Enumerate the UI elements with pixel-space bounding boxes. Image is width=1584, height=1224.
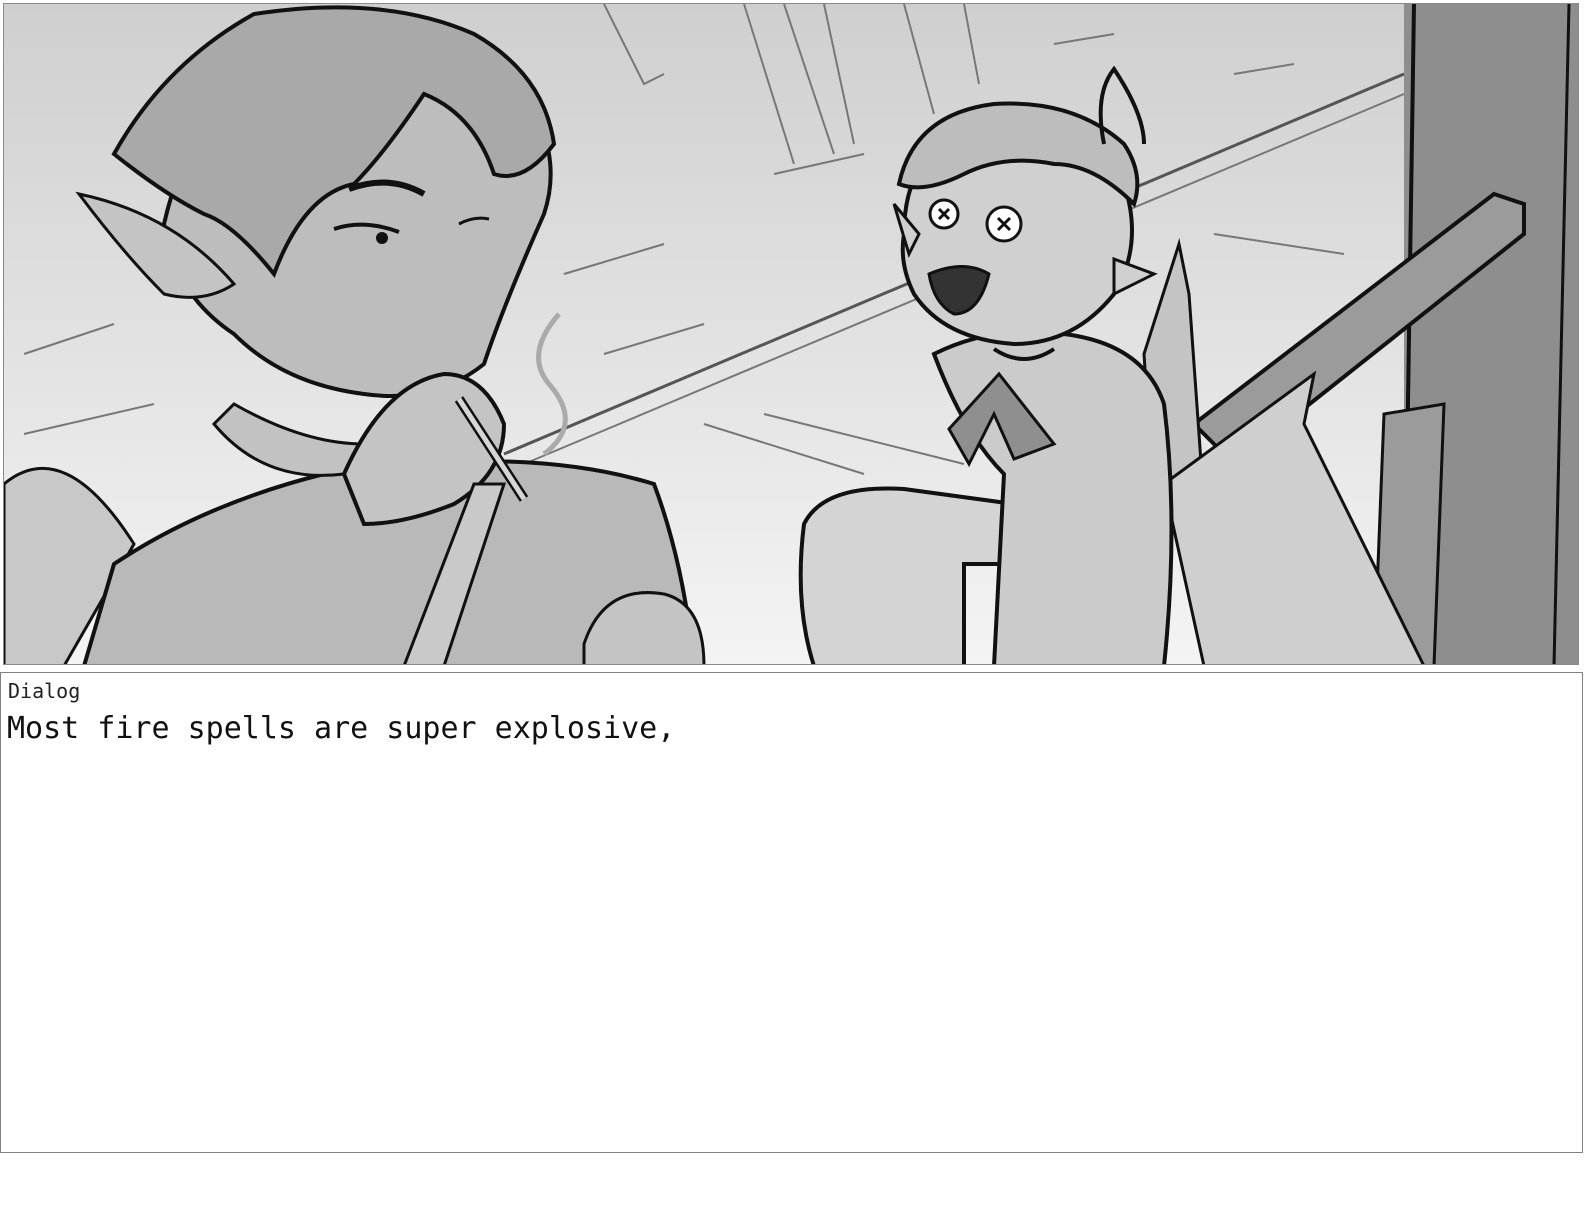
dialog-label: Dialog	[8, 679, 81, 703]
dialog-panel: Dialog Most fire spells are super explos…	[0, 672, 1583, 1153]
storyboard-frame	[3, 3, 1579, 665]
dialog-text: Most fire spells are super explosive,	[7, 711, 676, 746]
sketch-illustration	[4, 4, 1578, 664]
